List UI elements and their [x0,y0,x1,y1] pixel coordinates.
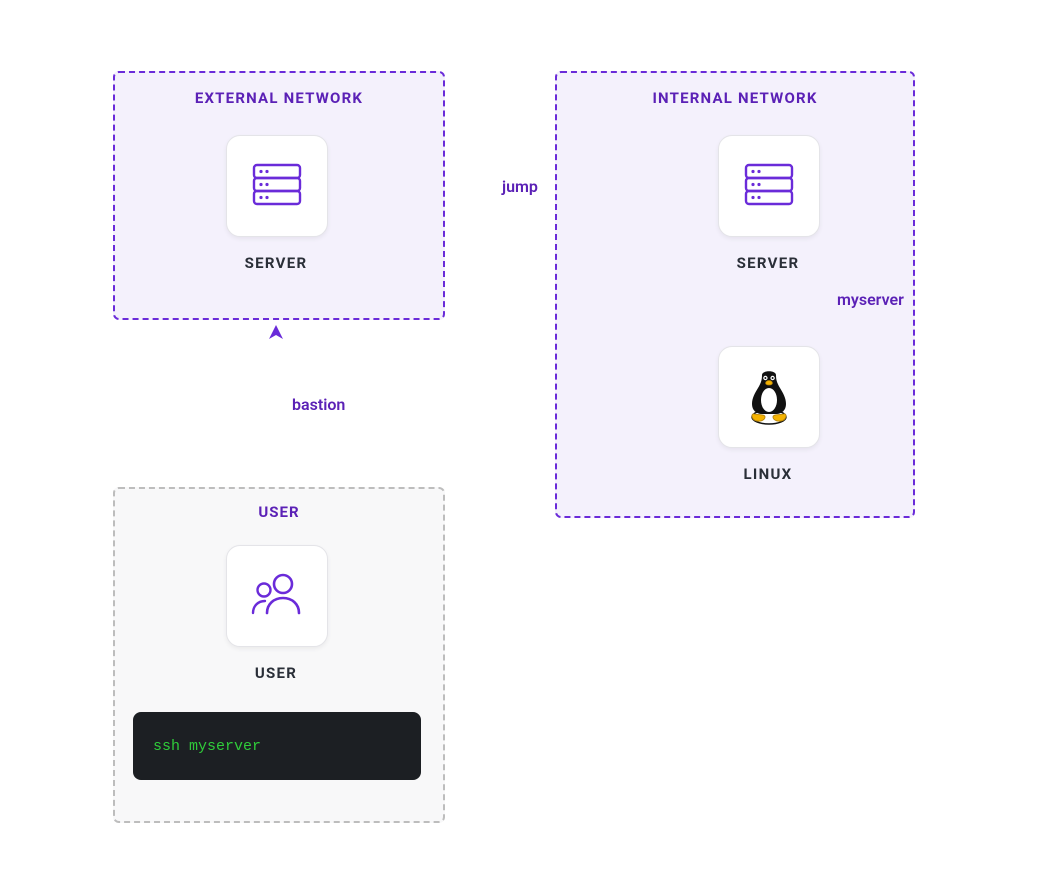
internal-server-card [718,135,820,237]
user-card [226,545,328,647]
internal-network-title: INTERNAL NETWORK [557,89,913,107]
server-icon [248,155,306,217]
edge-label-jump: jump [496,177,544,196]
user-card-label: USER [196,664,356,682]
users-icon [247,567,307,625]
linux-label: LINUX [688,465,848,483]
internal-server-label: SERVER [688,254,848,272]
user-zone-title: USER [115,503,443,521]
terminal-command: ssh myserver [153,738,261,755]
edge-label-myserver: myserver [837,290,904,309]
diagram-stage: EXTERNAL NETWORK INTERNAL NETWORK USER S… [0,0,1040,880]
server-icon [740,155,798,217]
terminal: ssh myserver [133,712,421,780]
external-server-card [226,135,328,237]
external-server-label: SERVER [196,254,356,272]
edge-label-bastion: bastion [292,395,345,414]
linux-icon [742,365,796,429]
linux-card [718,346,820,448]
external-network-title: EXTERNAL NETWORK [115,89,443,107]
